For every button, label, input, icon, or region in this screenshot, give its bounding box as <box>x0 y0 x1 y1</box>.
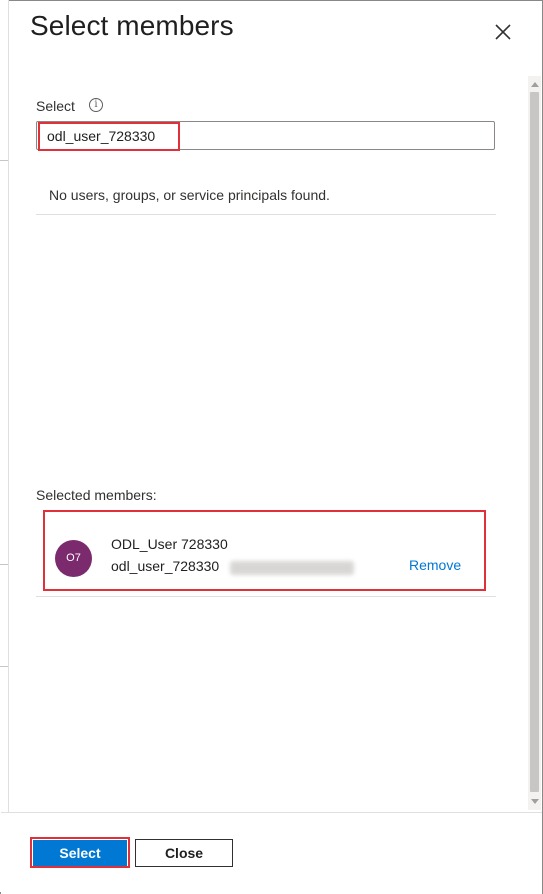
selected-member-row <box>36 509 496 597</box>
member-search-input[interactable] <box>36 121 495 150</box>
strip-divider <box>0 160 8 161</box>
scrollbar-thumb[interactable] <box>530 92 539 792</box>
select-field-label: Select <box>36 98 75 114</box>
panel-content <box>8 74 541 812</box>
remove-member-link[interactable]: Remove <box>409 557 461 573</box>
no-results-message: No users, groups, or service principals … <box>49 187 330 203</box>
member-display-name: ODL_User 728330 <box>111 536 228 552</box>
results-divider <box>36 214 496 215</box>
strip-divider <box>0 666 8 667</box>
vertical-scrollbar[interactable] <box>528 76 541 810</box>
selected-members-label: Selected members: <box>36 487 157 503</box>
redacted-domain <box>230 561 354 575</box>
member-upn: odl_user_728330 <box>111 558 220 574</box>
strip-divider <box>0 564 8 565</box>
chevron-up-icon[interactable] <box>531 82 539 87</box>
chevron-down-icon[interactable] <box>531 799 539 804</box>
select-button[interactable]: Select <box>33 840 127 866</box>
info-icon[interactable]: i <box>89 98 103 112</box>
close-icon <box>495 24 511 40</box>
close-panel-button[interactable] <box>491 20 515 44</box>
close-button[interactable]: Close <box>135 839 233 867</box>
avatar: O7 <box>55 540 92 577</box>
members-divider <box>36 596 496 597</box>
panel-title: Select members <box>30 10 234 41</box>
